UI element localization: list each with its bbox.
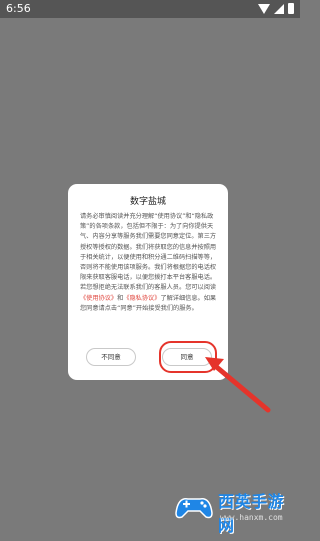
watermark: 西英手游网 www.hanxm.com [172,483,298,539]
gamepad-logo-icon [175,498,213,519]
watermark-url: www.hanxm.com [220,513,283,522]
watermark-name: 西英手游网 [218,492,285,535]
annotation-arrow-icon [205,357,271,413]
